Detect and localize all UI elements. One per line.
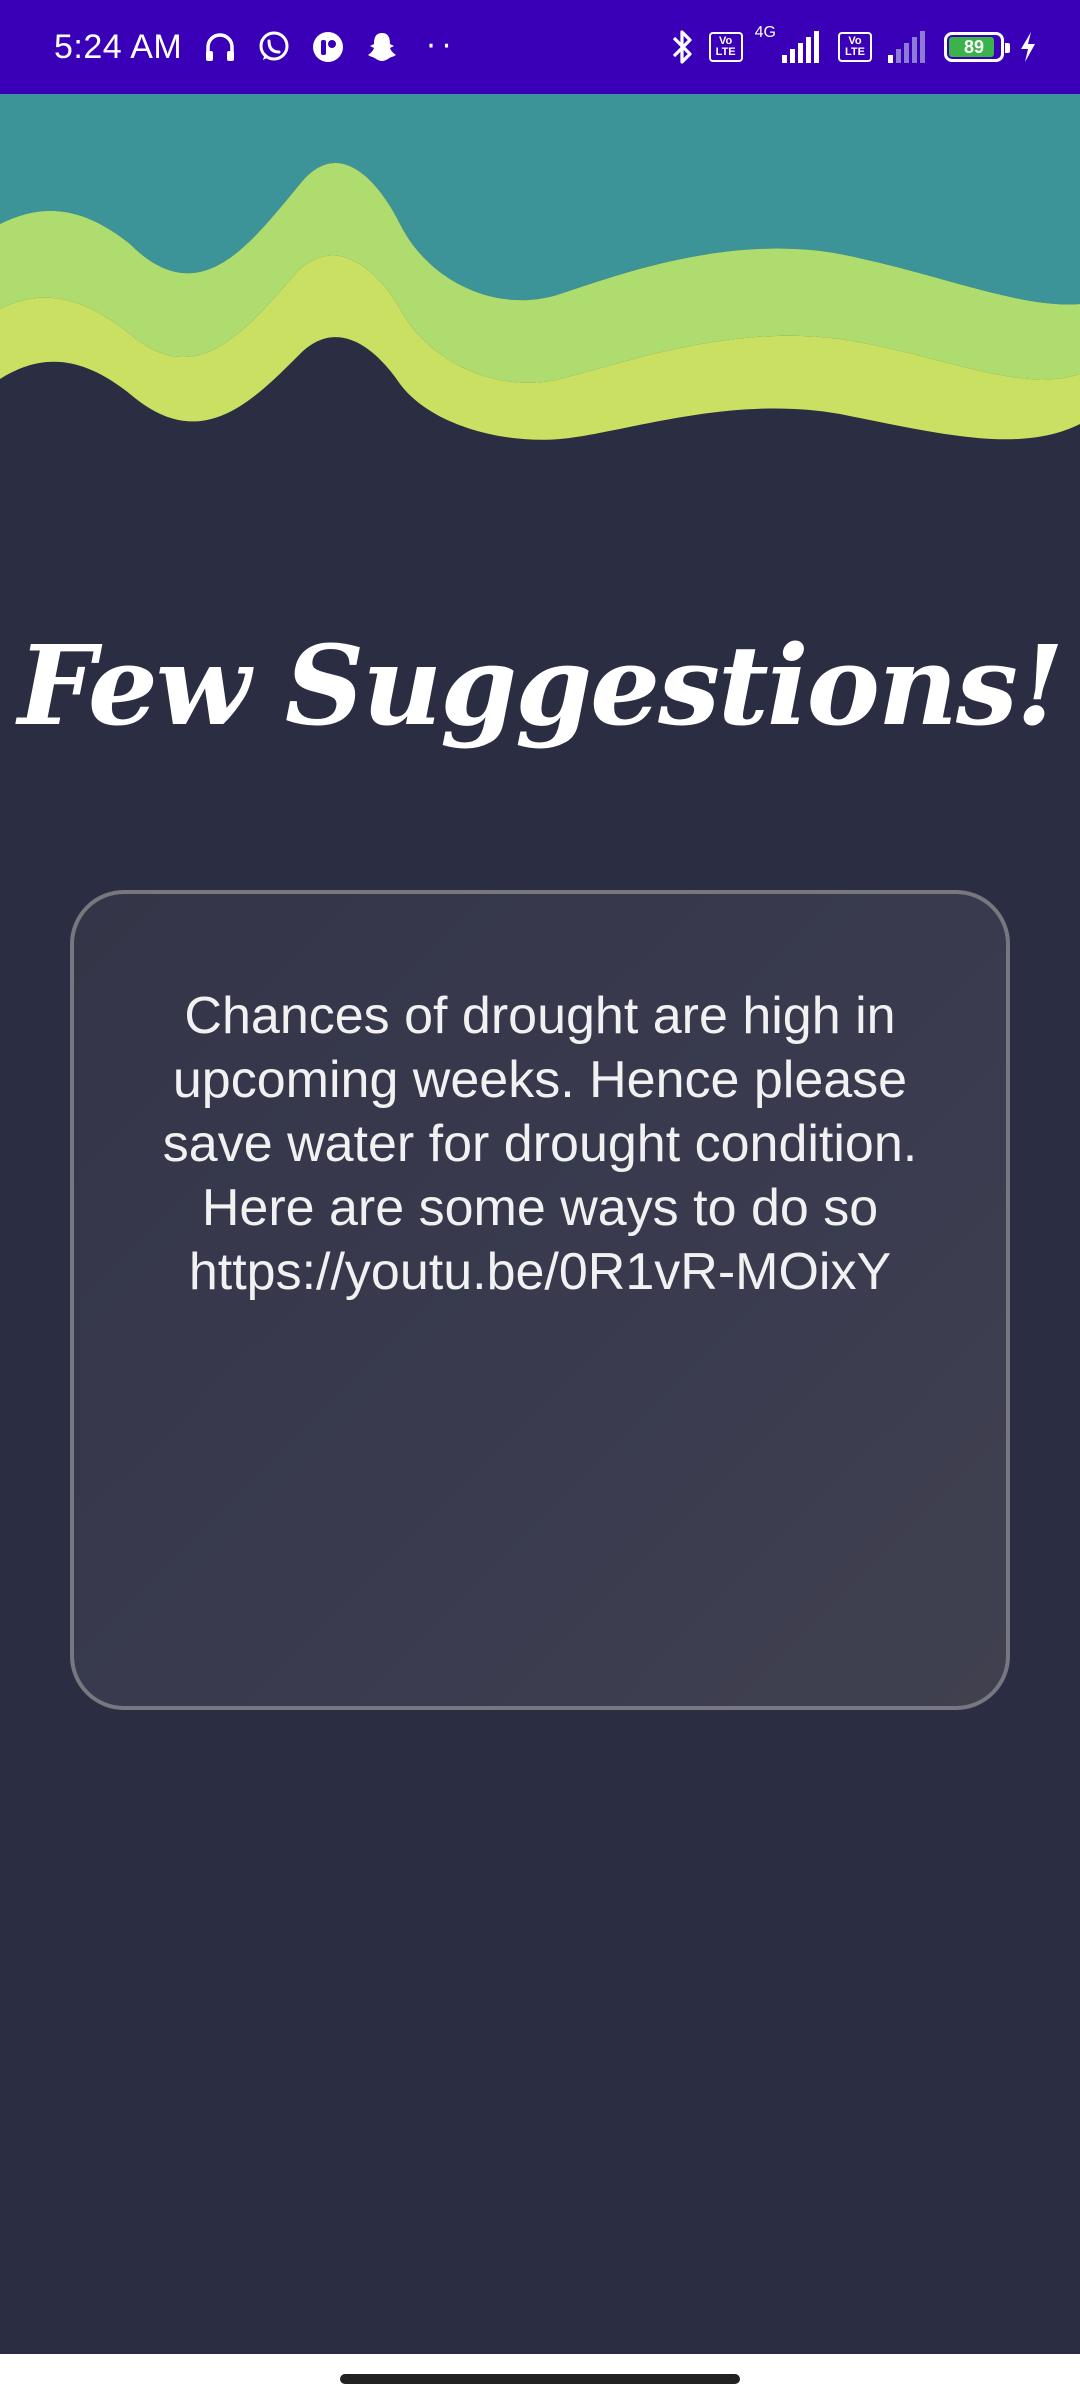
volte-bottom-label-2: LTE [845,46,865,58]
whatsapp-icon [254,27,294,67]
page-title: Few Suggestions! [17,621,1064,750]
suggestion-card: Chances of drought are high in upcoming … [70,890,1010,1710]
status-right: Vo LTE 4G Vo LTE 89 [667,24,1040,67]
signal-weak-icon [884,27,932,67]
snapchat-icon [362,27,402,67]
volte-icon-2: Vo LTE [838,32,872,62]
header-waves [0,94,1080,440]
signal-icon [778,27,826,67]
battery-icon: 89 [944,32,1010,62]
volte-icon: Vo LTE [708,32,743,62]
battery-level: 89 [963,36,985,57]
charging-icon [1016,27,1040,67]
more-notifications-indicator: ·· [426,29,458,64]
network-type-label: 4G [754,24,776,41]
status-time: 5:24 AM [54,27,183,66]
app-icon [308,27,348,67]
headphones-icon [200,27,240,67]
bluetooth-icon [667,27,697,67]
home-gesture-handle[interactable] [340,2374,740,2384]
status-bar: 5:24 AM ·· Vo LTE 4G Vo LTE 89 [0,0,1080,94]
navigation-bar [0,2354,1080,2400]
suggestion-message[interactable]: Chances of drought are high in upcoming … [124,984,956,1304]
volte-bottom-label: LTE [715,46,736,58]
battery-cap [1005,43,1010,53]
status-left: 5:24 AM ·· [54,27,457,67]
